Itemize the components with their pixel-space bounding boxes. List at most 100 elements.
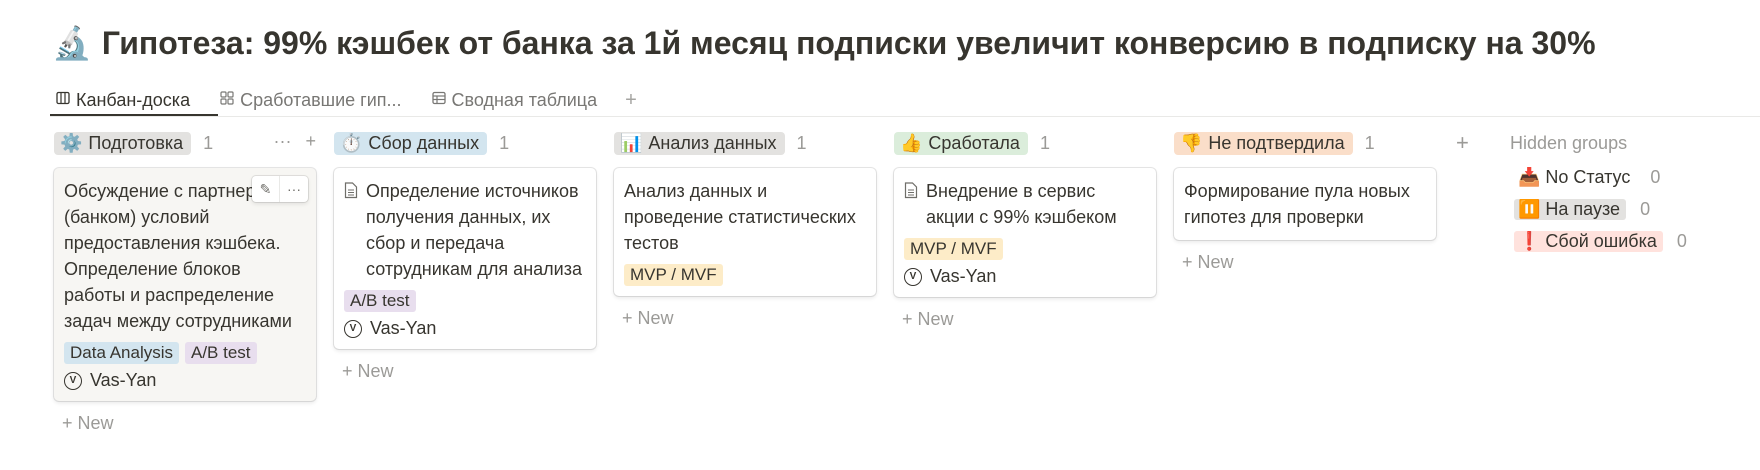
card-assignee: V Vas-Yan: [64, 370, 306, 391]
column-count: 1: [499, 132, 510, 153]
pause-icon: ⏸️: [1518, 198, 1541, 219]
new-card-button[interactable]: + New: [894, 309, 1156, 330]
card-tags: A/B test: [344, 290, 586, 312]
hidden-groups-title: Hidden groups: [1510, 132, 1628, 153]
card-title-row: Определение источников получения данных,…: [344, 178, 586, 282]
card-hover-toolbar: ✎ ···: [252, 176, 308, 202]
hidden-group-no-status[interactable]: 📥 No Статус 0: [1510, 164, 1750, 190]
tag-mvp-mvf: MVP / MVF: [904, 238, 1003, 260]
card-title: Анализ данных и проведение статистически…: [624, 181, 856, 253]
page-title-text: Гипотеза: 99% кэшбек от банка за 1й меся…: [101, 24, 1596, 61]
page-icon: [344, 182, 358, 282]
card-title: Определение источников получения данных,…: [366, 181, 582, 279]
hidden-group-count: 0: [1640, 198, 1651, 219]
column-add-button[interactable]: +: [305, 131, 316, 152]
microscope-icon: 🔬: [52, 25, 92, 61]
hidden-group-label: No Статус: [1545, 166, 1631, 187]
bar-chart-icon: 📊: [620, 132, 643, 153]
status-badge: 📥 No Статус: [1514, 167, 1636, 188]
tab-label: Сработавшие гип...: [240, 89, 402, 110]
assignee-name: Vas-Yan: [930, 266, 997, 286]
assignee-name: Vas-Yan: [370, 318, 437, 338]
new-card-button[interactable]: + New: [1174, 252, 1436, 273]
hidden-group-count: 0: [1650, 166, 1661, 187]
stopwatch-icon: ⏱️: [340, 132, 363, 153]
hidden-group-count: 0: [1676, 230, 1687, 251]
column-count: 1: [203, 132, 214, 153]
tab-kanban[interactable]: Канбан-доска: [50, 84, 196, 116]
board-card[interactable]: Анализ данных и проведение статистически…: [614, 168, 876, 296]
column-header: ⚙️ Подготовка 1 ··· +: [54, 128, 316, 158]
page-icon: [904, 182, 918, 230]
thumbs-up-icon: 👍: [900, 132, 923, 153]
card-title: Внедрение в сервис акции с 99% кэшбеком: [926, 181, 1117, 227]
status-badge[interactable]: 👎 Не подтвердила: [1174, 131, 1353, 155]
hidden-groups-panel: Hidden groups 📥 No Статус 0 ⏸️ На паузе …: [1510, 128, 1750, 254]
add-view-button[interactable]: +: [621, 84, 641, 116]
more-icon[interactable]: ···: [280, 176, 308, 202]
tab-summary-table[interactable]: Сводная таблица: [426, 84, 604, 116]
board-card[interactable]: Формирование пула новых гипотез для пров…: [1174, 168, 1436, 240]
card-title: Формирование пула новых гипотез для пров…: [1184, 181, 1410, 227]
column-count: 1: [1364, 132, 1375, 153]
column-title: Сработала: [928, 132, 1020, 153]
column-more-button[interactable]: ···: [274, 131, 292, 152]
status-badge: ⏸️ На паузе: [1514, 198, 1627, 220]
tab-successful-hypotheses[interactable]: Сработавшие гип...: [214, 84, 407, 116]
gallery-icon: [220, 91, 234, 109]
board-column-data-analysis: 📊 Анализ данных 1 Анализ данных и провед…: [614, 128, 876, 329]
add-group-button[interactable]: +: [1456, 130, 1469, 156]
card-assignee: V Vas-Yan: [904, 266, 1146, 287]
exclamation-icon: ❗: [1518, 230, 1541, 251]
column-title: Подготовка: [88, 132, 184, 153]
board-card[interactable]: Внедрение в сервис акции с 99% кэшбеком …: [894, 168, 1156, 297]
column-title: Не подтвердила: [1208, 132, 1345, 153]
card-assignee: V Vas-Yan: [344, 318, 586, 339]
column-header: ⏱️ Сбор данных 1: [334, 128, 596, 158]
assignee-name: Vas-Yan: [90, 370, 157, 390]
status-badge: ❗ Сбой ошибка: [1514, 230, 1663, 252]
board-column-preparation: ⚙️ Подготовка 1 ··· + Обсуждение с партн…: [54, 128, 316, 434]
column-title: Сбор данных: [368, 132, 480, 153]
thumbs-down-icon: 👎: [1180, 132, 1203, 153]
card-title-row: Внедрение в сервис акции с 99% кэшбеком: [904, 178, 1146, 230]
avatar: V: [904, 267, 922, 286]
board-column-worked: 👍 Сработала 1 Внедрение в сервис акции с…: [894, 128, 1156, 330]
avatar: V: [344, 319, 362, 338]
page-title: 🔬 Гипотеза: 99% кэшбек от банка за 1й ме…: [52, 24, 1596, 62]
column-title: Анализ данных: [648, 132, 777, 153]
column-count: 1: [1039, 132, 1050, 153]
status-badge[interactable]: 📊 Анализ данных: [614, 131, 785, 155]
board-icon: [56, 91, 70, 109]
card-tags: Data Analysis A/B test: [64, 342, 306, 364]
view-tabs: Канбан-доска Сработавшие гип... Сводная …: [50, 84, 641, 116]
status-badge[interactable]: 👍 Сработала: [894, 131, 1028, 155]
hidden-group-label: Сбой ошибка: [1545, 230, 1657, 251]
board-card[interactable]: Обсуждение с партнерами (банком) условий…: [54, 168, 316, 401]
tab-label: Канбан-доска: [76, 89, 191, 110]
status-badge[interactable]: ⏱️ Сбор данных: [334, 131, 488, 155]
card-tags: MVP / MVF: [624, 264, 866, 286]
tag-ab-test: A/B test: [344, 290, 416, 312]
tab-label: Сводная таблица: [451, 89, 598, 110]
column-header: 📊 Анализ данных 1: [614, 128, 876, 158]
board-column-data-collection: ⏱️ Сбор данных 1 Определение источников …: [334, 128, 596, 382]
edit-icon[interactable]: ✎: [252, 176, 280, 202]
avatar: V: [64, 371, 82, 390]
new-card-button[interactable]: + New: [334, 361, 596, 382]
column-header: 👎 Не подтвердила 1: [1174, 128, 1436, 158]
new-card-button[interactable]: + New: [54, 413, 316, 434]
hidden-group-label: На паузе: [1545, 198, 1621, 219]
hidden-group-error[interactable]: ❗ Сбой ошибка 0: [1510, 228, 1750, 254]
column-header: 👍 Сработала 1: [894, 128, 1156, 158]
tag-data-analysis: Data Analysis: [64, 342, 179, 364]
status-badge[interactable]: ⚙️ Подготовка: [54, 131, 192, 155]
tag-ab-test: A/B test: [185, 342, 257, 364]
hidden-group-paused[interactable]: ⏸️ На паузе 0: [1510, 196, 1750, 222]
tabs-divider: [50, 116, 1760, 117]
column-count: 1: [796, 132, 807, 153]
inbox-icon: 📥: [1518, 166, 1541, 187]
new-card-button[interactable]: + New: [614, 308, 876, 329]
board-column-not-confirmed: 👎 Не подтвердила 1 Формирование пула нов…: [1174, 128, 1436, 273]
board-card[interactable]: Определение источников получения данных,…: [334, 168, 596, 349]
